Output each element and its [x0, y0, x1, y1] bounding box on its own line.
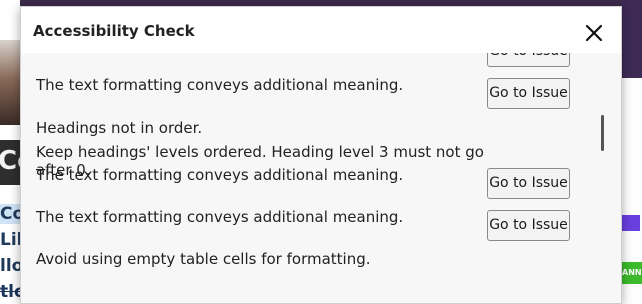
- background-text-line: Col: [0, 204, 20, 224]
- issue-text: The text formatting conveys additional m…: [36, 76, 404, 94]
- issue-text: The text formatting conveys additional m…: [36, 166, 404, 184]
- go-to-issue-button[interactable]: Go to Issue: [487, 168, 570, 199]
- background-header-band: [622, 0, 642, 78]
- go-to-issue-button[interactable]: Go to Issue: [487, 210, 570, 241]
- dialog-title: Accessibility Check: [33, 22, 195, 40]
- dialog-titlebar: Accessibility Check: [21, 7, 621, 53]
- background-green-tag: ANN: [622, 262, 642, 284]
- accessibility-check-dialog: Accessibility Check Go to Issue The text…: [20, 6, 622, 304]
- issues-list[interactable]: Go to Issue The text formatting conveys …: [21, 53, 621, 303]
- issue-text: The text formatting conveys additional m…: [36, 208, 404, 226]
- background-document-left: Co Col Lib llo tlo: [0, 0, 20, 304]
- background-photo: [0, 40, 20, 125]
- background-text-line: Lib: [0, 230, 20, 250]
- scrollbar-thumb[interactable]: [601, 115, 604, 151]
- go-to-issue-button[interactable]: Go to Issue: [487, 53, 570, 67]
- close-icon: [585, 24, 603, 42]
- background-document-right: ANN: [622, 0, 642, 304]
- background-heading-band: Co: [0, 140, 20, 185]
- background-text-line: llo: [0, 256, 20, 276]
- issue-text: Avoid using empty table cells for format…: [36, 250, 371, 268]
- background-text-line: tlo: [0, 282, 20, 302]
- background-purple-bar: [622, 215, 640, 231]
- go-to-issue-button[interactable]: Go to Issue: [487, 78, 570, 109]
- issue-heading: Headings not in order.: [36, 119, 203, 137]
- background-heading-text: Co: [0, 146, 20, 176]
- close-button[interactable]: [582, 21, 606, 45]
